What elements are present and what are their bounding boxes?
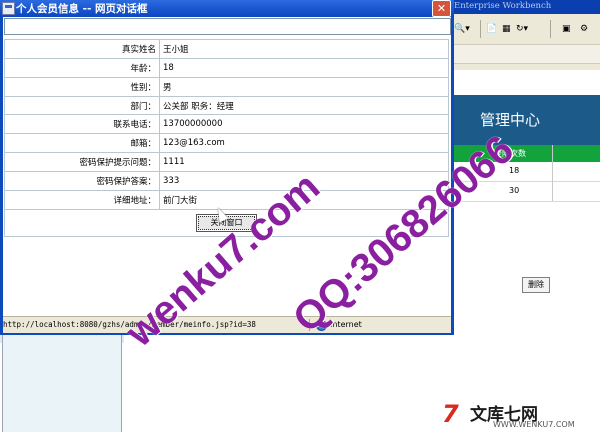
- field-label-phone: 联系电话：: [4, 114, 160, 135]
- field-value-department: 公关部 职务：经理: [159, 95, 449, 116]
- login-count-cell: 30: [509, 186, 520, 195]
- refresh-icon[interactable]: ↻▾: [516, 22, 528, 36]
- background-window-title: Enterprise Workbench: [454, 1, 552, 11]
- dialog-title: 个人会员信息 -- 网页对话框: [16, 3, 148, 15]
- dialog-statusbar: http://localhost:8080/gzhs/admin/member/…: [3, 316, 451, 333]
- field-label-department: 部门：: [4, 95, 160, 116]
- delete-button[interactable]: 删除: [522, 277, 550, 293]
- toolbar-separator: [550, 20, 551, 38]
- grid-icon[interactable]: ▦: [502, 22, 511, 36]
- field-label-name: 真实姓名: [4, 39, 160, 59]
- search-icon[interactable]: 🔍▾: [454, 22, 470, 36]
- field-row: 密码保护答案： 333: [4, 171, 449, 191]
- logo-mark-icon: 7: [442, 400, 459, 428]
- field-row: 性别： 男: [4, 76, 449, 97]
- field-label-email: 邮箱：: [4, 133, 160, 154]
- folder-icon[interactable]: ▣: [562, 22, 571, 36]
- field-value-security-question: 1111: [159, 152, 449, 173]
- field-row: 真实姓名 王小姐: [4, 39, 449, 59]
- field-label-age: 年龄：: [4, 57, 160, 78]
- column-divider: [552, 145, 553, 201]
- field-label-security-answer: 密码保护答案：: [4, 171, 160, 191]
- page-icon[interactable]: 📄: [486, 22, 497, 36]
- field-row: 联系电话： 13700000000: [4, 114, 449, 135]
- left-nav-panel: [0, 335, 124, 432]
- field-row: 密码保护提示问题： 1111: [4, 152, 449, 173]
- background-window-titlebar: Enterprise Workbench: [450, 0, 600, 14]
- left-nav-area: [2, 335, 122, 432]
- field-label-security-question: 密码保护提示问题：: [4, 152, 160, 173]
- close-icon[interactable]: ✕: [432, 0, 451, 17]
- window-icon: [2, 2, 15, 15]
- admin-header-title: 管理中心: [480, 111, 541, 129]
- field-label-address: 详细地址：: [4, 189, 160, 210]
- logo-url: WWW.WENKU7.COM: [493, 420, 575, 429]
- field-value-age: 18: [159, 57, 449, 78]
- field-value-phone: 13700000000: [159, 114, 449, 135]
- toolbar-separator: [480, 20, 481, 38]
- field-row: 部门： 公关部 职务：经理: [4, 95, 449, 116]
- field-label-gender: 性别：: [4, 76, 160, 97]
- tools-icon[interactable]: ⚙: [580, 22, 588, 36]
- watermark-logo: 7 文库七网 WWW.WENKU7.COM: [440, 398, 600, 432]
- field-row: 年龄： 18: [4, 57, 449, 78]
- field-value-email: 123@163.com: [159, 133, 449, 154]
- address-bar[interactable]: [450, 44, 600, 64]
- member-info-table: 真实姓名 王小姐 年龄： 18 性别： 男 部门： 公关部 职务：经理 联系电话…: [4, 39, 449, 238]
- admin-header: 管理中心: [450, 95, 600, 145]
- field-value-name: 王小姐: [159, 39, 449, 59]
- field-row: 详细地址： 前门大街: [4, 189, 449, 210]
- dialog-top-box: [4, 18, 451, 35]
- field-row: 邮箱： 123@163.com: [4, 133, 449, 154]
- field-value-gender: 男: [159, 76, 449, 97]
- dialog-titlebar[interactable]: 个人会员信息 -- 网页对话框 ✕: [0, 0, 454, 17]
